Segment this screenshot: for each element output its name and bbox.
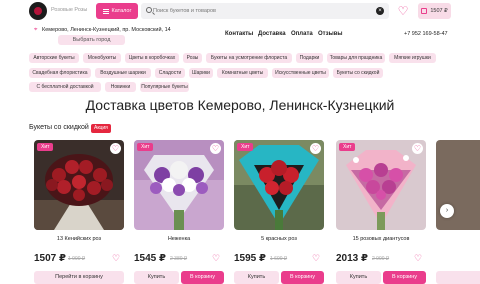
nav-contacts[interactable]: Контакты	[225, 31, 253, 37]
category-chip[interactable]: Шарики	[189, 68, 213, 78]
old-price: 2 380 ₽	[170, 256, 188, 262]
product-image[interactable]: Хит ♡	[234, 140, 324, 230]
product-card[interactable]: Хит ♡ 5 красных роз 1595 ₽ 1 690 ₽ ♡ Куп…	[234, 140, 324, 284]
hit-badge: Хит	[237, 143, 254, 151]
add-to-cart-button[interactable]: В корзину	[383, 271, 426, 284]
favorite-heart-icon[interactable]: ♡	[112, 253, 120, 264]
catalog-label: Каталог	[111, 8, 132, 14]
logo-icon[interactable]	[29, 2, 47, 20]
choose-city-button[interactable]: Выбрать город	[58, 35, 125, 45]
catalog-button[interactable]: Каталог	[96, 3, 138, 19]
carousel-next-arrow-icon[interactable]: ›	[440, 204, 454, 218]
add-to-cart-button[interactable]: В корзину	[181, 271, 224, 284]
sale-badge: Акция	[91, 124, 111, 133]
nav-payment[interactable]: Оплата	[291, 31, 313, 37]
product-image[interactable]: Хит ♡	[336, 140, 426, 230]
cart-total: 1507 ₽	[430, 8, 448, 14]
category-chip[interactable]: Новинки	[105, 82, 136, 92]
product-card[interactable]: Хит ♡ Неженка 1545 ₽ 2 380 ₽ ♡ Купить В …	[134, 140, 224, 284]
category-chip[interactable]: Популярные букеты	[140, 82, 189, 92]
hit-badge: Хит	[339, 143, 356, 151]
category-chip[interactable]: Букеты на усмотрение флориста	[206, 53, 292, 63]
category-chip[interactable]: Товары для праздника	[327, 53, 385, 63]
favorite-heart-icon[interactable]: ♡	[412, 143, 423, 154]
category-chip[interactable]: Розы	[183, 53, 202, 63]
hit-badge: Хит	[37, 143, 54, 151]
location-pin-icon: ⌖	[34, 27, 38, 33]
favorites-heart-icon[interactable]: ♡	[397, 5, 409, 17]
brand-name: Розовые Розы	[51, 7, 88, 13]
category-chip[interactable]: Подарки	[296, 53, 323, 63]
product-price: 1595 ₽	[234, 253, 266, 264]
search-icon	[146, 7, 152, 13]
product-name[interactable]: 13 Кенийских роз	[34, 236, 124, 242]
product-name[interactable]: 5 красных роз	[234, 236, 324, 242]
product-card[interactable]: Хит ♡ 13 Кенийских роз 1507 ₽ 1 990 ₽ ♡ …	[34, 140, 124, 284]
page-title: Доставка цветов Кемерово, Ленинск-Кузнец…	[85, 97, 395, 113]
menu-icon	[102, 8, 109, 14]
old-price: 1 990 ₽	[68, 256, 86, 262]
go-to-cart-button[interactable]: Перейти в корзину	[34, 271, 124, 284]
header: Розовые Розы Каталог × ♡ 1507 ₽	[0, 0, 480, 24]
hit-badge: Хит	[137, 143, 154, 151]
product-name[interactable]: 15 розовых диантусов	[336, 236, 426, 242]
category-chip[interactable]: Воздушные шарики	[95, 68, 151, 78]
product-name[interactable]: Неженка	[134, 236, 224, 242]
favorite-heart-icon[interactable]: ♡	[210, 143, 221, 154]
search-bar: ×	[141, 3, 389, 19]
product-price: 1545 ₽	[134, 253, 166, 264]
category-chip[interactable]: Авторские букеты	[29, 53, 79, 63]
favorite-heart-icon[interactable]: ♡	[110, 143, 121, 154]
nav-delivery[interactable]: Доставка	[258, 31, 286, 37]
buy-button[interactable]: Купить	[134, 271, 179, 284]
product-image[interactable]: Хит ♡	[34, 140, 124, 230]
product-card[interactable]: Хит ♡ 15 розовых диантусов 2013 ₽ 2 990 …	[336, 140, 426, 284]
category-chip[interactable]: Букеты со скидкой	[333, 68, 383, 78]
category-chip[interactable]: Цветы в коробочках	[125, 53, 179, 63]
nav-reviews[interactable]: Отзывы	[318, 31, 343, 37]
add-to-cart-button[interactable]: В корзину	[281, 271, 324, 284]
product-price: 2013 ₽	[336, 253, 368, 264]
favorite-heart-icon[interactable]: ♡	[414, 253, 422, 264]
product-image[interactable]: Хит ♡	[134, 140, 224, 230]
search-input[interactable]	[153, 4, 373, 18]
category-chip[interactable]: Комнатные цветы	[217, 68, 268, 78]
favorite-heart-icon[interactable]: ♡	[212, 253, 220, 264]
category-chip[interactable]: Сладости	[155, 68, 185, 78]
buy-button[interactable]: Купить	[234, 271, 279, 284]
clear-icon[interactable]: ×	[376, 7, 384, 15]
category-chip[interactable]: Мягкие игрушки	[389, 53, 436, 63]
old-price: 1 690 ₽	[270, 256, 288, 262]
partial-card-button[interactable]	[436, 271, 480, 284]
buy-button[interactable]: Купить	[336, 271, 381, 284]
product-price: 1507 ₽	[34, 253, 66, 264]
store-address: Кемерово, Ленинск-Кузнецкий, пр. Московс…	[42, 27, 171, 33]
category-chip[interactable]: С бесплатной доставкой	[29, 82, 101, 92]
phone-number[interactable]: +7 952 169-58-47	[404, 31, 448, 37]
category-chip[interactable]: Монобукеты	[83, 53, 121, 63]
cart-button[interactable]: 1507 ₽	[418, 3, 451, 19]
favorite-heart-icon[interactable]: ♡	[310, 143, 321, 154]
cart-icon	[421, 8, 428, 14]
section-title: Букеты со скидкой	[29, 124, 89, 131]
category-chip[interactable]: Искусственные цветы	[272, 68, 329, 78]
old-price: 2 990 ₽	[372, 256, 390, 262]
category-chip[interactable]: Свадебная флористика	[29, 68, 91, 78]
favorite-heart-icon[interactable]: ♡	[312, 253, 320, 264]
